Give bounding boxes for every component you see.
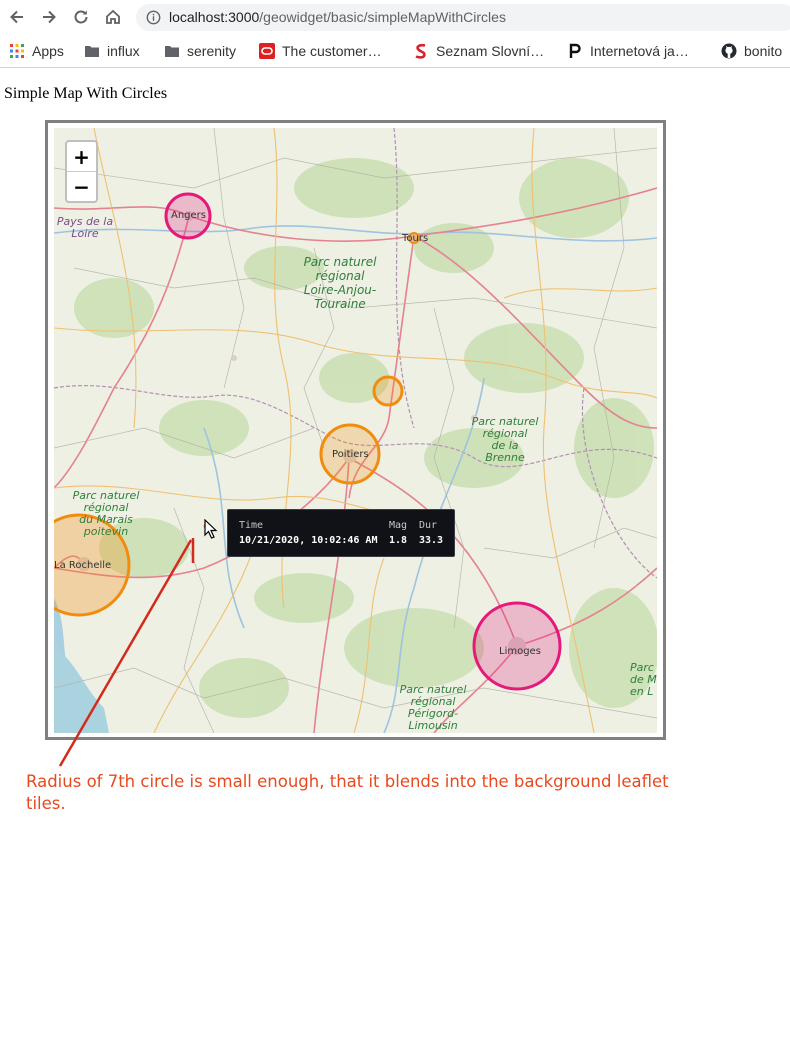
region-line: régional [315,269,365,283]
circles-layer [54,192,562,691]
tooltip-dur-value: 33.3 [419,535,444,546]
oracle-icon [259,43,275,59]
circle-north-of-poitiers[interactable] [372,375,404,407]
seznam-icon [413,43,429,59]
region-line: Limousin [408,719,458,732]
bookmark-serenity[interactable]: serenity [164,42,236,60]
bookmark-bonito[interactable]: bonito [721,42,782,60]
url-path: /geowidget/basic/simpleMapWithCircles [259,9,506,25]
bookmark-internetova[interactable]: Internetová ja… [567,42,689,60]
region-line: en L [630,685,654,698]
bookmark-label: bonito [744,43,783,59]
folder-icon [164,43,180,59]
bookmark-label: influx [107,43,140,59]
bookmark-influx[interactable]: influx [84,42,140,60]
bookmark-customer[interactable]: The customer… [259,42,382,60]
mouse-cursor-icon [204,519,218,539]
github-icon [721,43,737,59]
tooltip-time-value: 10/21/2020, 10:02:46 AM [239,535,378,546]
home-icon [106,9,120,24]
region-line: Touraine [314,297,366,311]
tooltip-mag-value: 1.8 [389,535,408,546]
region-line: Parc naturel [303,255,377,269]
place-label-poitiers: Poitiers [332,449,369,460]
place-label-limoges: Limoges [499,646,541,657]
info-icon [146,10,161,25]
region-line: Loire [71,227,99,240]
region-label-perigord: Parc naturel régional Périgord- Limousin [398,684,468,732]
apps-grid-icon [9,43,25,59]
bookmark-label: Internetová ja… [590,43,689,59]
browser-toolbar: localhost:3000/geowidget/basic/simpleMap… [0,0,790,34]
region-label-pays-de-la-loire: Pays de la Loire [56,216,114,240]
region-label-edge: Parc de Mi en L [630,662,657,698]
zoom-control: + − [65,140,98,203]
place-label-tours: Tours [402,233,429,244]
zoom-out-button[interactable]: − [67,172,96,201]
page-title: Simple Map With Circles [4,85,168,102]
region-line: Loire-Anjou- [303,283,377,297]
folder-icon [84,43,100,59]
region-label-loire-anjou: Parc naturel régional Loire-Anjou- Toura… [298,255,382,311]
zoom-in-button[interactable]: + [67,142,96,172]
bookmark-label: Apps [32,43,64,59]
back-button[interactable] [6,6,28,28]
region-label-brenne: Parc naturel régional de la Brenne [470,416,540,464]
place-label-angers: Angers [171,210,206,221]
tooltip-dur-header: Dur [419,520,438,531]
region-line: poitevin [83,525,129,538]
bookmark-apps[interactable]: Apps [9,42,64,60]
forward-button[interactable] [38,6,60,28]
p-letter-icon [567,43,583,59]
tooltip-mag-header: Mag [389,520,408,531]
region-line: de la Brenne [485,439,525,464]
circle-tooltip: Time Mag Dur 10/21/2020, 10:02:46 AM 1.8… [227,509,455,557]
bookmark-label: The customer… [282,43,382,59]
address-bar[interactable]: localhost:3000/geowidget/basic/simpleMap… [136,4,790,31]
url-text: localhost:3000/geowidget/basic/simpleMap… [169,9,506,25]
bookmark-label: Seznam Slovní… [436,43,545,59]
place-label-la-rochelle: La Rochelle [54,560,112,571]
reload-button[interactable] [70,6,92,28]
bookmark-label: serenity [187,43,237,59]
region-label-marais: Parc naturel régional du Marais poitevin [72,490,140,538]
tooltip-time-header: Time [239,520,264,531]
bookmark-seznam[interactable]: Seznam Slovní… [413,42,544,60]
back-arrow-icon [10,10,23,24]
url-host: localhost:3000 [169,9,260,25]
forward-arrow-icon [43,10,56,24]
leaflet-map[interactable]: Angers Tours Poitiers La Rochelle Limoge… [54,128,657,733]
map-container: Angers Tours Poitiers La Rochelle Limoge… [45,120,666,740]
home-button[interactable] [102,6,124,28]
bookmarks-bar: Apps influx serenity The customer… Sezna… [0,34,790,68]
annotation-text: Radius of 7th circle is small enough, th… [26,772,669,813]
reload-icon [74,10,88,24]
